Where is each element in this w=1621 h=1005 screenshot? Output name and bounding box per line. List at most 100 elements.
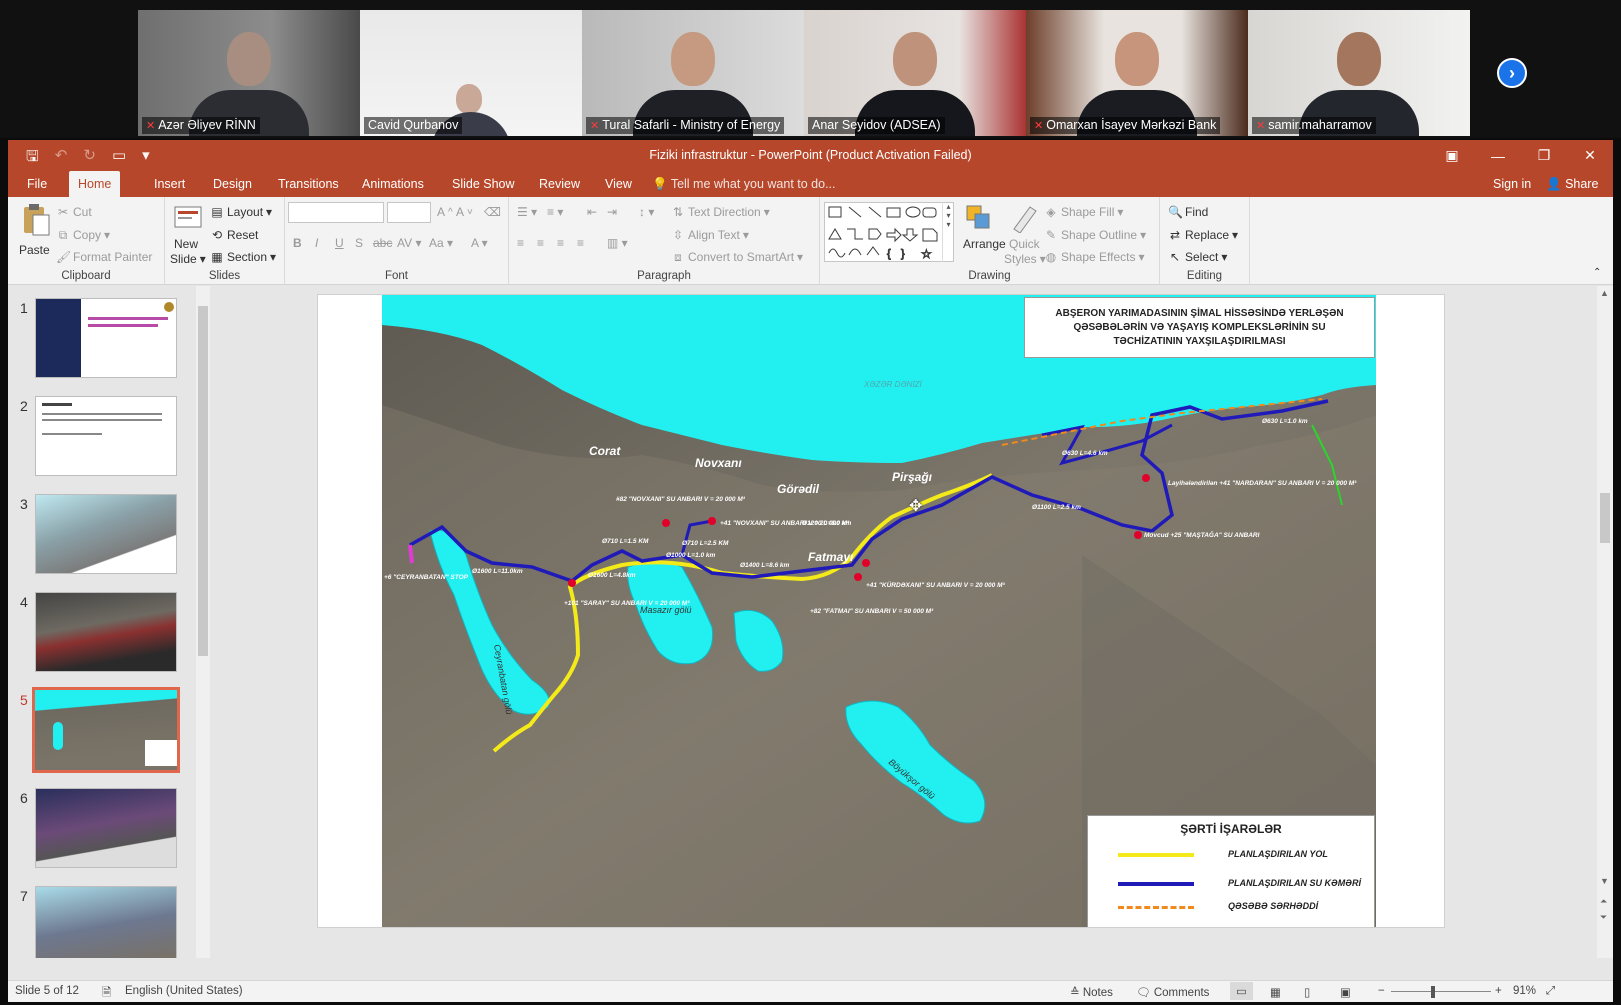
- reset-button[interactable]: ⟲ Reset: [210, 228, 258, 242]
- slide-thumbnail[interactable]: 3: [8, 494, 198, 590]
- format-painter-button[interactable]: 🖌 Format Painter: [56, 250, 152, 264]
- normal-view-icon[interactable]: ▭: [1230, 982, 1253, 1000]
- increase-font-size-icon[interactable]: A ^: [437, 205, 453, 219]
- slide[interactable]: Corat Novxanı Görədil Pirşağı Fatmayı Ma…: [317, 294, 1445, 928]
- align-text-button[interactable]: ⇳ Align Text ▾: [671, 228, 749, 242]
- minimize-button[interactable]: —: [1475, 140, 1521, 171]
- layout-button[interactable]: ▤ Layout ▾: [210, 205, 272, 219]
- tab-design[interactable]: Design: [204, 171, 261, 197]
- collapse-ribbon-icon[interactable]: ⌃: [1593, 267, 1601, 278]
- tab-home[interactable]: Home: [69, 171, 121, 197]
- align-right-icon[interactable]: ≡: [557, 236, 564, 250]
- fit-to-window-icon[interactable]: ⤢: [1546, 985, 1555, 998]
- decrease-indent-icon[interactable]: ⇤: [587, 205, 597, 219]
- font-color-icon[interactable]: A ▾: [471, 236, 488, 250]
- line-spacing-icon[interactable]: ↕ ▾: [639, 205, 654, 219]
- align-left-icon[interactable]: ≡: [517, 236, 524, 250]
- spell-check-icon[interactable]: 🗎: [102, 985, 111, 1004]
- decrease-font-size-icon[interactable]: A ˅: [456, 205, 473, 219]
- text-direction-button[interactable]: ⇅ Text Direction ▾: [671, 205, 770, 219]
- slide-thumbnail[interactable]: 7: [8, 886, 198, 958]
- font-size-field[interactable]: [387, 202, 431, 223]
- increase-indent-icon[interactable]: ⇥: [607, 205, 617, 219]
- participant-tile[interactable]: ✕ Omarxan İsayev Mərkəzi Bank: [1026, 10, 1248, 136]
- replace-button[interactable]: ⇄ Replace ▾: [1168, 228, 1238, 242]
- slide-scrollbar[interactable]: ▲ ▼ ⏶ ⏷: [1597, 286, 1613, 958]
- tab-transitions[interactable]: Transitions: [269, 171, 348, 197]
- thumbnails-scrollbar[interactable]: [196, 286, 210, 958]
- slide-thumbnail[interactable]: 2: [8, 396, 198, 492]
- language-indicator[interactable]: English (United States): [125, 985, 243, 997]
- zoom-out-icon[interactable]: −: [1378, 985, 1385, 997]
- tell-me-box[interactable]: 💡 Tell me what you want to do...: [652, 171, 836, 197]
- find-button[interactable]: 🔍 Find: [1168, 205, 1208, 219]
- cut-button[interactable]: ✂ Cut: [56, 205, 92, 219]
- shape-effects-button[interactable]: ◍ Shape Effects ▾: [1044, 250, 1145, 264]
- character-spacing-icon[interactable]: AV ▾: [397, 236, 421, 250]
- share-button[interactable]: 👤 Share: [1546, 171, 1598, 197]
- shape-outline-button[interactable]: ✎ Shape Outline ▾: [1044, 228, 1146, 242]
- zoom-level[interactable]: 91%: [1513, 985, 1536, 997]
- quick-styles-icon[interactable]: [1008, 203, 1040, 237]
- participant-tile[interactable]: Cavid Qurbanov: [360, 10, 582, 136]
- participant-tile[interactable]: ✕ Tural Safarli - Ministry of Energy: [582, 10, 804, 136]
- align-center-icon[interactable]: ≡: [537, 236, 544, 250]
- zoom-in-icon[interactable]: +: [1495, 985, 1502, 997]
- numbering-icon[interactable]: ≡ ▾: [547, 205, 563, 219]
- paste-icon[interactable]: [20, 203, 52, 237]
- clear-formatting-icon[interactable]: ⌫: [484, 205, 501, 219]
- chevron-right-icon[interactable]: ›: [1497, 58, 1527, 88]
- participant-tile[interactable]: ✕ samir.maharramov: [1248, 10, 1470, 136]
- participant-tile[interactable]: ✕ Azər Əliyev RİNN: [138, 10, 360, 136]
- new-slide-dropdown[interactable]: Slide ▾: [170, 252, 206, 266]
- tab-view[interactable]: View: [596, 171, 641, 197]
- columns-icon[interactable]: ▥ ▾: [607, 236, 628, 250]
- strikethrough-icon[interactable]: abc: [373, 236, 392, 250]
- map-legend[interactable]: ŞƏRTİ İŞARƏLƏR PLANLAŞDIRILAN YOL PLANLA…: [1087, 815, 1375, 927]
- slide-sorter-icon[interactable]: ▦: [1270, 985, 1281, 999]
- restore-button[interactable]: ❐: [1521, 140, 1567, 171]
- zoom-slider-thumb[interactable]: [1431, 986, 1435, 998]
- slide-title-box[interactable]: ABŞERON YARIMADASININ ŞİMAL HİSSƏSİNDƏ Y…: [1024, 297, 1375, 358]
- select-button[interactable]: ↖ Select ▾: [1168, 250, 1227, 264]
- next-slide-icon[interactable]: ⏷: [1600, 912, 1607, 923]
- tab-slide-show[interactable]: Slide Show: [443, 171, 524, 197]
- slideshow-view-icon[interactable]: ▣: [1340, 985, 1351, 999]
- convert-smartart-button[interactable]: ⧈ Convert to SmartArt ▾: [671, 250, 803, 264]
- shape-fill-button[interactable]: ◈ Shape Fill ▾: [1044, 205, 1123, 219]
- bold-icon[interactable]: B: [293, 236, 302, 250]
- slide-thumbnail[interactable]: 6: [8, 788, 198, 884]
- slide-thumbnail[interactable]: 4: [8, 592, 198, 688]
- justify-icon[interactable]: ≡: [577, 236, 584, 250]
- quick-styles-button[interactable]: Quick: [1009, 237, 1040, 251]
- gallery-scroll[interactable]: ▴ ▾ ▾: [942, 202, 954, 262]
- close-button[interactable]: ✕: [1567, 140, 1613, 171]
- scrollbar-handle[interactable]: [198, 306, 208, 656]
- underline-icon[interactable]: U: [335, 236, 344, 250]
- arrange-icon[interactable]: [963, 203, 995, 237]
- tab-review[interactable]: Review: [530, 171, 589, 197]
- participant-tile-active[interactable]: Anar Seyidov (ADSEA): [804, 10, 1026, 136]
- comments-button[interactable]: 🗨 Comments: [1136, 985, 1209, 999]
- change-case-icon[interactable]: Aa ▾: [429, 236, 453, 250]
- tab-file[interactable]: File: [18, 171, 56, 197]
- paste-button[interactable]: Paste: [19, 243, 50, 257]
- zoom-slider[interactable]: [1391, 991, 1491, 992]
- font-name-field[interactable]: [288, 202, 384, 223]
- tab-animations[interactable]: Animations: [353, 171, 433, 197]
- italic-icon[interactable]: I: [315, 236, 318, 250]
- section-button[interactable]: ▦ Section ▾: [210, 250, 276, 264]
- bullets-icon[interactable]: ☰ ▾: [517, 205, 537, 219]
- slide-thumbnail[interactable]: 1: [8, 298, 198, 394]
- copy-button[interactable]: ⧉ Copy ▾: [56, 228, 110, 242]
- new-slide-button[interactable]: New: [174, 237, 198, 251]
- scroll-down-icon[interactable]: ▼: [1600, 876, 1609, 886]
- tab-insert[interactable]: Insert: [145, 171, 194, 197]
- previous-slide-icon[interactable]: ⏶: [1600, 896, 1607, 907]
- scrollbar-handle[interactable]: [1600, 493, 1610, 543]
- quick-styles-dropdown[interactable]: Styles ▾: [1004, 252, 1046, 266]
- new-slide-icon[interactable]: [172, 203, 204, 237]
- reading-view-icon[interactable]: ▯: [1304, 985, 1310, 999]
- arrange-button[interactable]: Arrange: [963, 237, 1006, 251]
- text-shadow-icon[interactable]: S: [355, 236, 363, 250]
